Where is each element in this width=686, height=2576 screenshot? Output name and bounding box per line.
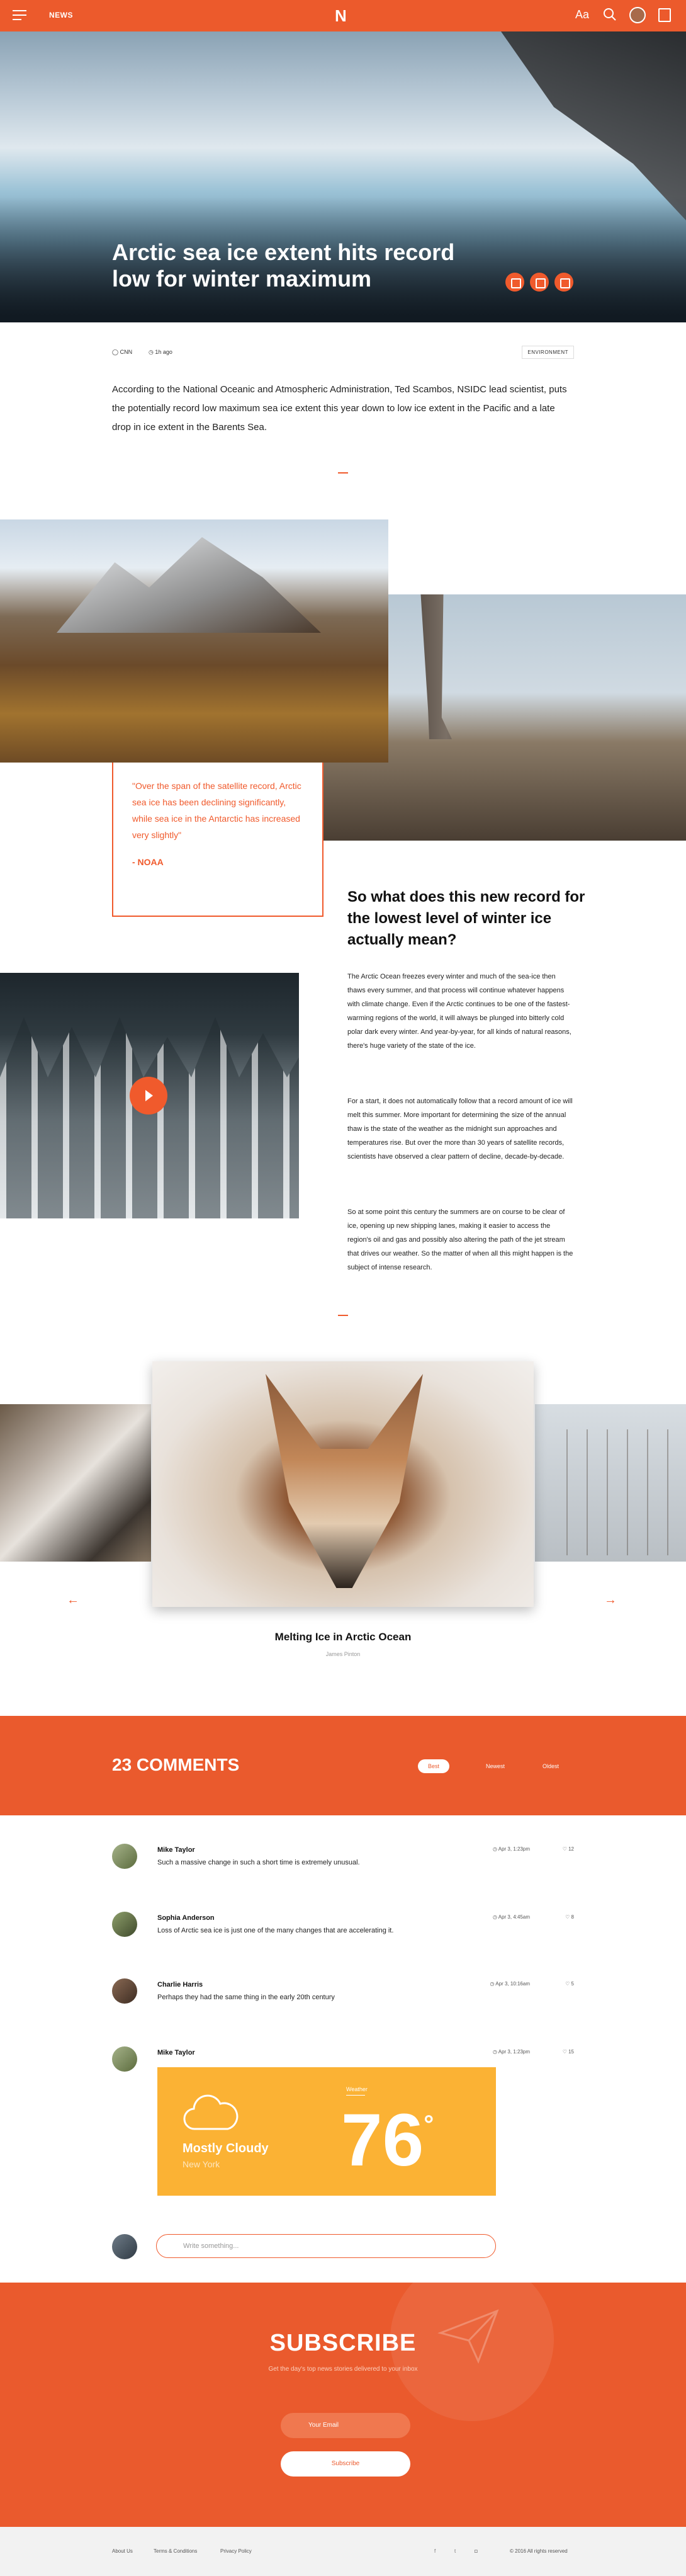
mountain-image — [0, 519, 388, 763]
write-comment: Write something... — [112, 2234, 574, 2259]
arrow-right-icon[interactable]: → — [604, 1593, 617, 1608]
avatar — [112, 2234, 137, 2259]
category-tag[interactable]: ENVIRONMENT — [522, 346, 574, 359]
comments-count: 23 COMMENTS — [112, 1755, 240, 1774]
pull-quote: "Over the span of the satellite record, … — [112, 763, 323, 917]
user-avatar[interactable] — [629, 7, 646, 23]
like-button[interactable]: ♡ 12 — [563, 1846, 574, 1852]
comment-text: Such a massive change in such a short ti… — [157, 1859, 360, 1866]
carousel-image-prev[interactable] — [0, 1404, 151, 1562]
search-icon[interactable] — [603, 8, 617, 21]
like-button[interactable]: ♡ 15 — [563, 2049, 574, 2055]
avatar[interactable] — [112, 2046, 137, 2072]
carousel-author: James Pinton — [325, 1651, 361, 1657]
divider — [338, 472, 348, 474]
carousel-image-next[interactable] — [535, 1404, 686, 1562]
share-icon[interactable] — [505, 273, 524, 292]
sort-best-button[interactable]: Best — [418, 1759, 450, 1773]
comment-author[interactable]: Sophia Anderson — [157, 1914, 215, 1922]
carousel-image-main — [152, 1361, 534, 1607]
email-field[interactable]: Your Email — [281, 2413, 410, 2438]
weather-city: New York — [183, 2159, 220, 2169]
like-button[interactable]: ♡ 8 — [565, 1914, 574, 1920]
subscribe-section — [0, 2283, 686, 2527]
twitter-icon[interactable]: t — [454, 2548, 456, 2554]
body-paragraph: For a start, it does not automatically f… — [347, 1098, 573, 1160]
section-heading: So what does this new record for the low… — [347, 888, 585, 948]
comment-input[interactable]: Write something... — [156, 2234, 496, 2258]
facebook-icon[interactable]: f — [434, 2548, 436, 2554]
quote-text: "Over the span of the satellite record, … — [132, 781, 301, 840]
time-label: ◷ 1h ago — [149, 349, 172, 355]
divider — [338, 1315, 348, 1316]
avatar[interactable] — [112, 1978, 137, 2004]
quote-source: - NOAA — [132, 857, 164, 867]
copyright: © 2016 All rights reserved — [510, 2548, 568, 2554]
body-paragraph: The Arctic Ocean freezes every winter an… — [347, 973, 571, 1050]
footer-link-terms[interactable]: Terms & Conditions — [154, 2548, 197, 2554]
sort-newest-button[interactable]: Newest — [476, 1759, 515, 1773]
comment-time: ◷ Apr 3, 10:16am — [490, 1981, 530, 1987]
comment-author[interactable]: Mike Taylor — [157, 1846, 195, 1854]
article-title: Arctic sea ice extent hits record low fo… — [112, 239, 455, 292]
cloud-icon — [183, 2094, 239, 2130]
lead-paragraph: According to the National Oceanic and At… — [112, 384, 567, 433]
comment-time: ◷ Apr 3, 1:23pm — [492, 1846, 530, 1852]
source-label[interactable]: ◯ CNN — [112, 349, 132, 356]
top-bar: NEWS N Aa — [0, 0, 686, 31]
save-icon[interactable] — [530, 273, 549, 292]
comment-author[interactable]: Charlie Harris — [157, 1981, 203, 1989]
section-label[interactable]: NEWS — [49, 11, 73, 20]
comments-header — [0, 1716, 686, 1815]
font-size-button[interactable]: Aa — [575, 8, 589, 21]
comment-author[interactable]: Mike Taylor — [157, 2049, 195, 2057]
comment-text: Loss of Arctic sea ice is just one of th… — [157, 1927, 394, 1934]
carousel-caption: Melting Ice in Arctic Ocean — [274, 1631, 412, 1643]
play-icon[interactable] — [130, 1077, 167, 1115]
bookmark-icon[interactable] — [658, 8, 671, 22]
like-button[interactable]: ♡ 5 — [565, 1981, 574, 1987]
subscribe-button[interactable]: Subscribe — [281, 2451, 410, 2477]
comment-text: Perhaps they had the same thing in the e… — [157, 1994, 335, 2001]
footer-link-privacy[interactable]: Privacy Policy — [220, 2548, 252, 2554]
avatar[interactable] — [112, 1912, 137, 1937]
weather-label: Weather — [346, 2086, 368, 2096]
avatar[interactable] — [112, 1844, 137, 1869]
comment-time: ◷ Apr 3, 1:23pm — [492, 2049, 530, 2055]
footer — [0, 2527, 686, 2576]
instagram-icon[interactable]: ◘ — [475, 2548, 478, 2554]
menu-icon[interactable] — [13, 10, 26, 20]
comment-icon[interactable] — [554, 273, 573, 292]
site-logo[interactable]: N — [335, 6, 347, 26]
comment-time: ◷ Apr 3, 4:45am — [492, 1914, 530, 1920]
arrow-left-icon[interactable]: ← — [67, 1593, 79, 1608]
weather-card: Mostly Cloudy New York Weather 76° — [157, 2067, 496, 2196]
footer-link-about[interactable]: About Us — [112, 2548, 133, 2554]
subscribe-title: SUBSCRIBE — [269, 2330, 417, 2356]
weather-condition: Mostly Cloudy — [183, 2142, 269, 2155]
article-meta: ◯ CNN ◷ 1h ago ENVIRONMENT — [112, 346, 574, 360]
body-paragraph: So at some point this century the summer… — [347, 1208, 573, 1271]
sort-oldest-button[interactable]: Oldest — [532, 1759, 569, 1773]
subscribe-subtitle: Get the day's top news stories delivered… — [268, 2366, 418, 2373]
weather-temperature: 76° — [341, 2099, 434, 2182]
